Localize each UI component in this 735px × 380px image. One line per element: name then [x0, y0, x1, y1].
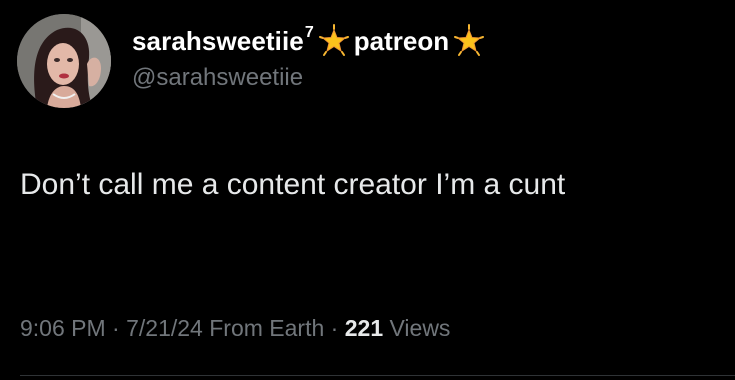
meta-separator: · — [324, 315, 345, 341]
views-count[interactable]: 221 — [345, 315, 383, 341]
tweet-time[interactable]: 9:06 PM — [20, 315, 106, 341]
views-label: Views — [383, 315, 451, 341]
tweet-meta: 9:06 PM · 7/21/24 From Earth · 221 Views — [20, 315, 450, 342]
glowing-star-icon — [317, 24, 351, 58]
avatar[interactable] — [17, 14, 111, 108]
display-name[interactable]: sarahsweetiie — [132, 26, 304, 57]
author-name-row[interactable]: sarahsweetiie 7 patreon — [132, 24, 489, 58]
meta-separator: · — [105, 315, 127, 341]
tweet-source: From Earth — [202, 315, 325, 341]
name-superscript: 7 — [304, 24, 314, 41]
author-handle[interactable]: @sarahsweetiie — [132, 64, 303, 92]
tweet-date[interactable]: 7/21/24 — [126, 315, 203, 341]
tweet-text: Don’t call me a content creator I’m a cu… — [20, 168, 566, 201]
divider — [20, 375, 735, 376]
tweet: sarahsweetiie 7 patreon @sarahsweetiie D… — [0, 0, 735, 380]
glowing-star-icon — [452, 24, 486, 58]
name-suffix: patreon — [353, 25, 450, 56]
profile-photo-icon — [17, 14, 111, 108]
